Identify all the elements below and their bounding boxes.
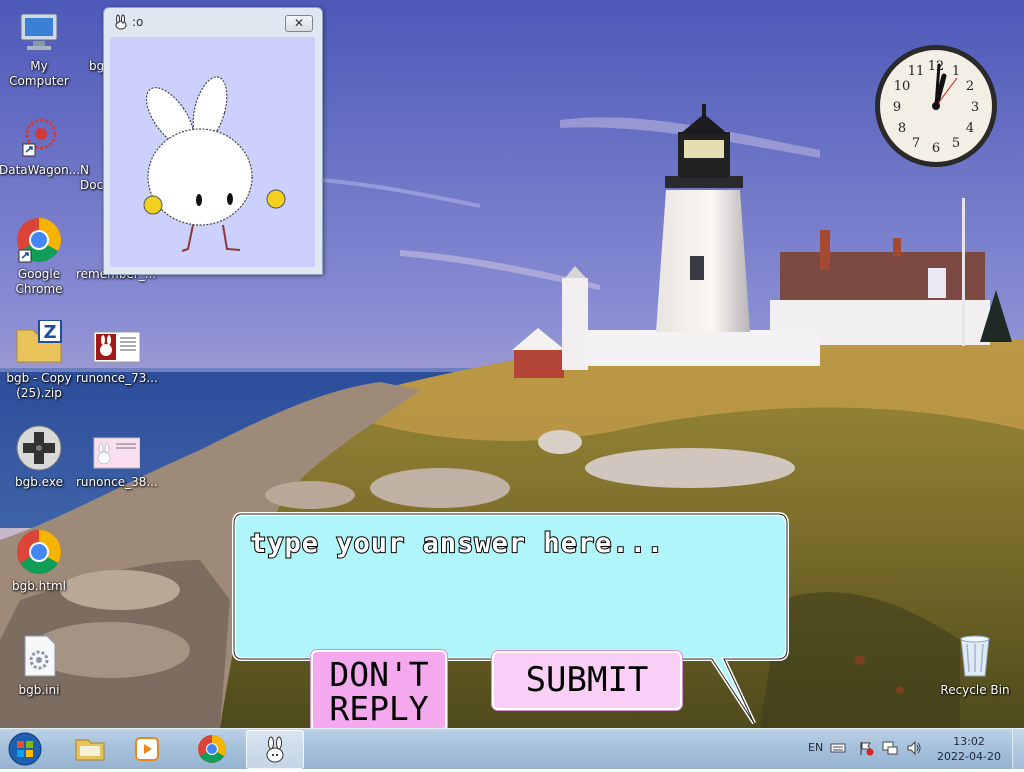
svg-text:1: 1 [952,64,960,79]
taskbar-media-player-button[interactable] [120,730,176,767]
desktop-icon-datawagon[interactable]: DataWagon... [0,112,81,178]
volume-icon[interactable] [906,740,922,756]
svg-text:6: 6 [932,141,940,156]
desktop-icon-label: DataWagon... [0,163,81,177]
svg-text:5: 5 [952,136,960,151]
desktop-icon-google-chrome[interactable]: Google Chrome [0,216,79,297]
desktop-icon-bgb-copy-zip[interactable]: Z bgb - Copy (25).zip [0,319,79,401]
svg-text:9: 9 [893,100,901,115]
chrome-icon [15,528,63,576]
image-thumbnail-icon [92,424,141,472]
desktop-icon-label: runonce_38... [76,475,158,489]
desktop-icon-label: My Computer [9,59,69,88]
gamepad-icon [15,424,63,472]
desktop-icon-label: bgb.html [12,579,66,593]
zip-icon: Z [15,319,63,368]
network-icon[interactable] [882,740,898,756]
answer-input[interactable]: type your answer here... [249,527,664,560]
submit-button[interactable]: SUBMIT [492,651,682,710]
computer-icon [15,8,63,56]
desktop-icon-runonce-38[interactable]: runonce_38... [76,424,158,490]
bunny-window[interactable]: :o ✕ [103,7,323,275]
svg-text:2: 2 [966,79,974,94]
desktop-icon-bgb-html[interactable]: bgb.html [0,528,79,594]
recycle-bin-icon [951,632,999,680]
desktop-icon-my-computer[interactable]: My Computer [0,8,79,89]
clock-date: 2022-04-20 [937,750,1001,763]
desktop: My Computer DataWagon... Google Chrome Z… [0,0,1024,728]
svg-text:12: 12 [928,59,945,74]
show-desktop-button[interactable] [1012,729,1024,769]
desktop-icon-bgb-ini[interactable]: bgb.ini [0,632,79,698]
taskbar-explorer-button[interactable] [62,730,118,767]
desktop-icon-label: bgb - Copy (25).zip [6,371,72,400]
language-indicator[interactable]: EN [808,741,823,754]
submit-label: SUBMIT [525,660,649,700]
clock-time: 13:02 [953,735,985,748]
desktop-icon-bgb-exe[interactable]: bgb.exe [0,424,79,490]
close-button[interactable]: ✕ [285,15,313,32]
windows-explorer-icon [75,739,105,761]
window-title: :o [132,15,144,29]
chrome-icon [198,735,226,763]
desktop-icon-label: bgb.ini [18,683,60,697]
action-center-flag-icon[interactable] [858,740,874,756]
taskbar-chrome-button[interactable] [184,730,240,767]
bunny-character [143,76,286,252]
desktop-icon-runonce-73[interactable]: runonce_73... [76,320,158,386]
svg-text:3: 3 [971,100,979,115]
desktop-icon-label: Google Chrome [15,267,63,296]
system-clock[interactable]: 13:02 2022-04-20 [932,734,1006,764]
dont-reply-label: DON'T REPLY [329,655,429,728]
bunny-app-icon [266,736,284,763]
desktop-icon-label: bgb.exe [15,475,63,489]
dont-reply-button[interactable]: DON'T REPLY [311,650,447,728]
image-thumbnail-icon [92,320,141,368]
desktop-icon-label: runonce_73... [76,371,158,385]
svg-text:10: 10 [894,79,911,94]
clock-gadget[interactable]: 12 12 345 678 91011 [873,43,999,169]
windows-logo-icon [8,732,42,766]
config-file-icon [15,632,63,680]
desktop-icon-label: Recycle Bin [940,683,1010,697]
taskbar-bunny-button[interactable] [246,730,304,769]
taskbar: EN 13:02 2022-04-20 [0,728,1024,769]
svg-text:Z: Z [43,322,56,343]
svg-text:7: 7 [912,136,920,151]
svg-text:8: 8 [898,121,906,136]
datawagon-icon [15,112,63,160]
keyboard-icon[interactable] [830,740,846,756]
svg-text:11: 11 [908,64,925,79]
window-titlebar[interactable]: :o ✕ [104,8,322,36]
chrome-icon [15,216,63,264]
svg-text:4: 4 [966,121,974,136]
bunny-canvas [110,37,315,267]
bunny-app-icon [115,14,127,30]
media-player-icon [135,737,159,761]
desktop-icon-recycle-bin[interactable]: Recycle Bin [935,632,1015,698]
start-button[interactable] [5,731,45,767]
